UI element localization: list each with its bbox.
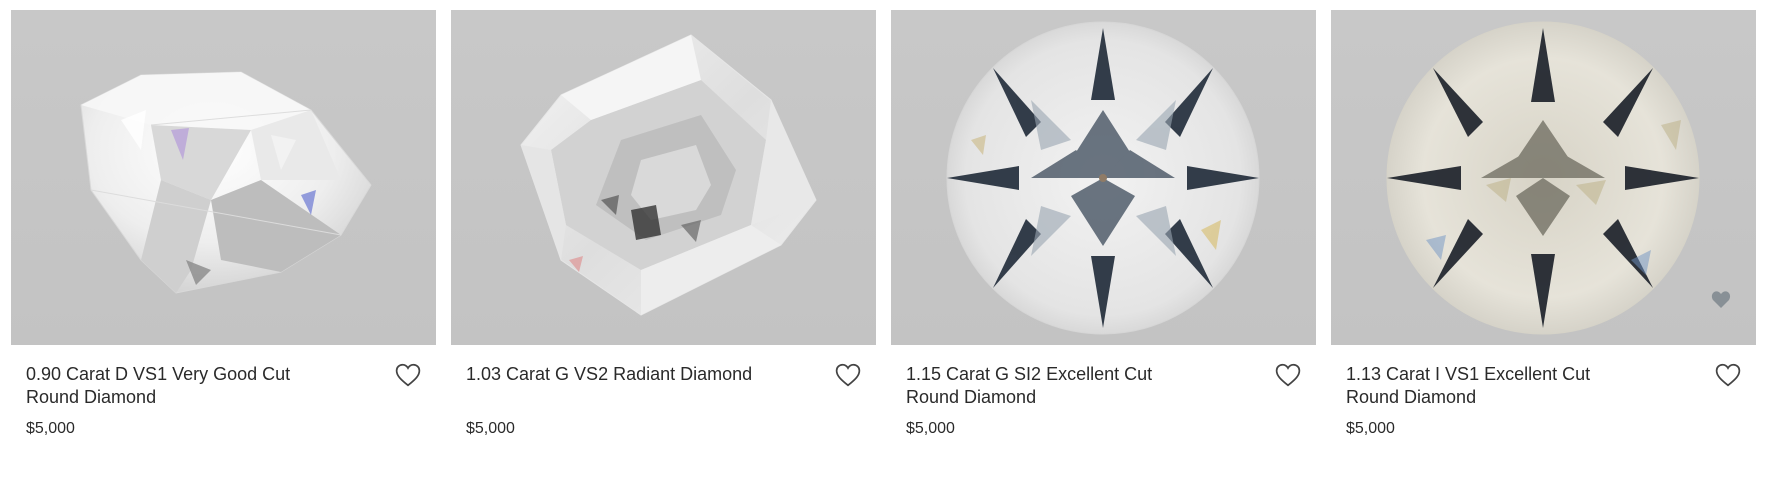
product-card[interactable]: 1.13 Carat I VS1 Excellent Cut Round Dia… <box>1331 10 1756 470</box>
product-image[interactable] <box>11 10 436 345</box>
favorite-button[interactable] <box>834 362 862 388</box>
product-card[interactable]: 1.03 Carat G VS2 Radiant Diamond $5,000 <box>451 10 876 470</box>
product-price: $5,000 <box>1346 420 1395 437</box>
product-image[interactable] <box>891 10 1316 345</box>
product-card[interactable]: 0.90 Carat D VS1 Very Good Cut Round Dia… <box>11 10 436 470</box>
heart-outline-icon <box>835 363 861 387</box>
product-card[interactable]: 1.15 Carat G SI2 Excellent Cut Round Dia… <box>891 10 1316 470</box>
favorite-button[interactable] <box>1714 362 1742 388</box>
product-title[interactable]: 1.13 Carat I VS1 Excellent Cut Round Dia… <box>1346 363 1646 409</box>
diamond-radiant-image <box>520 34 817 316</box>
product-image[interactable] <box>451 10 876 345</box>
favorite-button[interactable] <box>1274 362 1302 388</box>
diamond-round-top-image <box>946 21 1260 335</box>
product-grid: 0.90 Carat D VS1 Very Good Cut Round Dia… <box>0 0 1768 492</box>
product-title[interactable]: 1.03 Carat G VS2 Radiant Diamond <box>466 363 766 386</box>
product-price: $5,000 <box>26 420 75 437</box>
diamond-round-top-image <box>1386 21 1731 335</box>
product-title[interactable]: 0.90 Carat D VS1 Very Good Cut Round Dia… <box>26 363 326 409</box>
product-price: $5,000 <box>906 420 955 437</box>
product-image[interactable] <box>1331 10 1756 345</box>
heart-outline-icon <box>395 363 421 387</box>
favorite-button[interactable] <box>394 362 422 388</box>
heart-outline-icon <box>1275 363 1301 387</box>
heart-outline-icon <box>1715 363 1741 387</box>
product-title[interactable]: 1.15 Carat G SI2 Excellent Cut Round Dia… <box>906 363 1206 409</box>
product-price: $5,000 <box>466 420 515 437</box>
diamond-round-side-image <box>80 71 372 294</box>
